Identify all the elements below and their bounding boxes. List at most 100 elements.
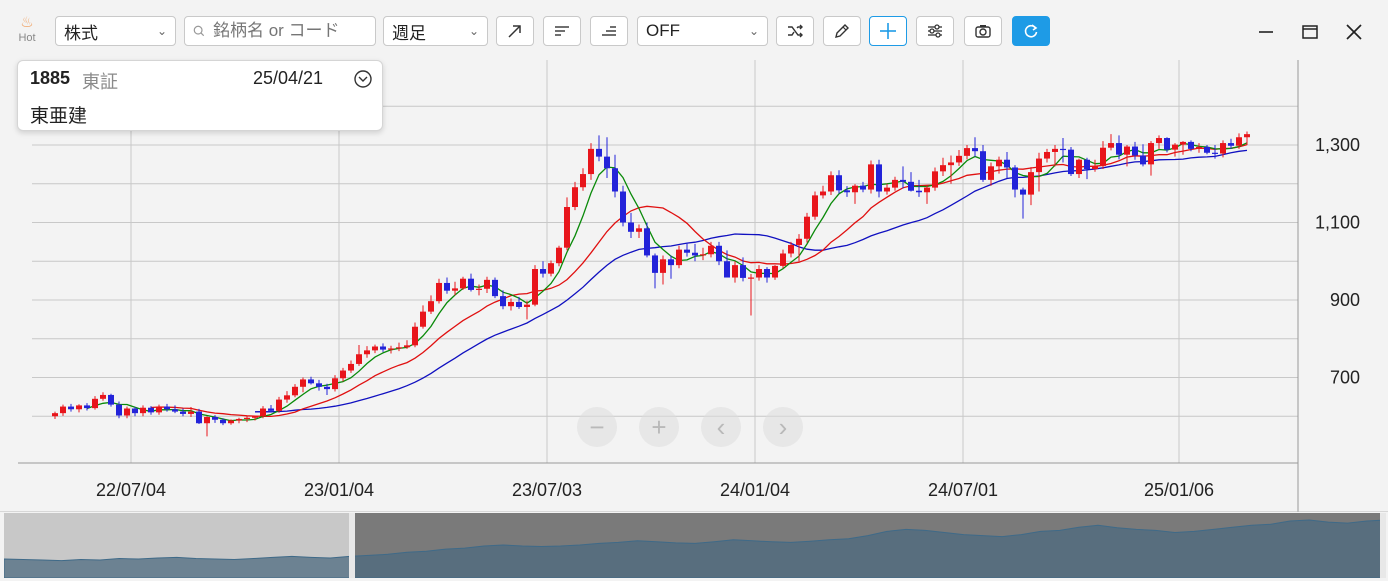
candle-down <box>684 249 690 253</box>
candle-up <box>52 413 58 417</box>
chevron-right-icon: › <box>778 411 788 442</box>
candle-up <box>76 405 82 410</box>
x-tick-label: 22/07/04 <box>96 480 166 500</box>
candle-up <box>1036 158 1042 173</box>
x-tick-label: 24/07/01 <box>928 480 998 500</box>
chevron-circle-down-icon[interactable] <box>353 69 373 89</box>
candle-up <box>92 398 98 409</box>
candle-down <box>164 406 170 410</box>
scroll-left-button[interactable]: ‹ <box>701 407 741 447</box>
candle-up <box>404 345 410 348</box>
candle-up <box>292 386 298 396</box>
candle-down <box>68 406 74 410</box>
zoom-in-button[interactable]: + <box>639 407 679 447</box>
candle-up <box>1044 151 1050 159</box>
candle-up <box>996 159 1002 167</box>
candle-down <box>516 301 522 307</box>
candle-up <box>660 259 666 273</box>
candle-down <box>468 278 474 290</box>
candle-down <box>692 252 698 256</box>
candle-down <box>492 279 498 297</box>
candle-down <box>764 269 770 278</box>
candle-up <box>332 378 338 390</box>
market-label: 東証 <box>82 72 118 92</box>
candle-up <box>700 254 706 256</box>
candle-down <box>1012 167 1018 190</box>
candle-up <box>780 253 786 266</box>
candle-up <box>452 288 458 291</box>
candle-up <box>60 406 66 414</box>
ma-short-line <box>86 142 1248 422</box>
candle-up <box>356 354 362 364</box>
candle-up <box>252 416 258 418</box>
ma-mid-line <box>150 143 1248 418</box>
candle-down <box>908 181 914 191</box>
overview-handle-right[interactable] <box>1380 513 1386 578</box>
candle-up <box>532 269 538 305</box>
candle-up <box>1108 143 1114 148</box>
candle-down <box>540 269 546 274</box>
candle-down <box>116 404 122 416</box>
candle-down <box>644 228 650 256</box>
candle-up <box>348 363 354 371</box>
candle-up <box>588 148 594 175</box>
candle-up <box>1100 147 1106 166</box>
candle-up <box>484 279 490 289</box>
candle-up <box>1244 134 1250 138</box>
candle-down <box>1164 138 1170 150</box>
candle-down <box>596 148 602 157</box>
symbol-info-panel: 1885 東証 25/04/21 東亜建 <box>17 60 383 131</box>
candle-down <box>916 190 922 193</box>
candle-down <box>900 179 906 182</box>
candle-up <box>828 175 834 192</box>
overview-handle-left[interactable] <box>349 513 355 578</box>
candle-up <box>388 348 394 350</box>
candle-down <box>844 190 850 193</box>
candle-down <box>1132 146 1138 156</box>
candle-down <box>132 408 138 414</box>
candle-down <box>180 411 186 414</box>
candle-up <box>1028 172 1034 195</box>
y-tick-label: 700 <box>1330 368 1360 388</box>
candle-down <box>1084 159 1090 170</box>
x-tick-label: 24/01/04 <box>720 480 790 500</box>
candle-up <box>1148 143 1154 165</box>
candle-up <box>572 187 578 207</box>
scroll-right-button[interactable]: › <box>763 407 803 447</box>
candle-down <box>148 407 154 413</box>
candle-up <box>956 155 962 163</box>
candle-down <box>1212 152 1218 154</box>
candle-down <box>604 156 610 169</box>
candle-down <box>876 164 882 192</box>
candle-up <box>924 187 930 193</box>
candle-down <box>1068 149 1074 175</box>
candle-down <box>836 175 842 191</box>
candle-up <box>476 288 482 290</box>
candle-up <box>228 420 234 424</box>
symbol-code: 1885 <box>30 68 71 88</box>
candle-up <box>676 249 682 266</box>
candle-up <box>636 228 642 232</box>
candle-down <box>196 411 202 424</box>
candle-up <box>748 277 754 279</box>
candle-up <box>580 174 586 188</box>
zoom-out-button[interactable]: − <box>577 407 617 447</box>
candle-up <box>1092 165 1098 170</box>
candle-down <box>628 222 634 232</box>
candle-down <box>620 191 626 223</box>
candle-down <box>380 346 386 350</box>
candle-up <box>100 394 106 399</box>
candle-up <box>284 395 290 400</box>
chart-nav-controls: − + ‹ › <box>575 407 807 447</box>
candle-up <box>1052 148 1058 152</box>
candle-up <box>124 408 130 416</box>
candle-up <box>988 166 994 180</box>
candle-down <box>1228 143 1234 146</box>
candle-up <box>420 311 426 327</box>
date-label: 25/04/21 <box>253 68 324 88</box>
candle-up <box>1156 138 1162 144</box>
minus-icon: − <box>589 411 605 442</box>
range-overview[interactable] <box>4 513 1386 578</box>
candle-up <box>300 379 306 387</box>
candle-up <box>396 347 402 349</box>
